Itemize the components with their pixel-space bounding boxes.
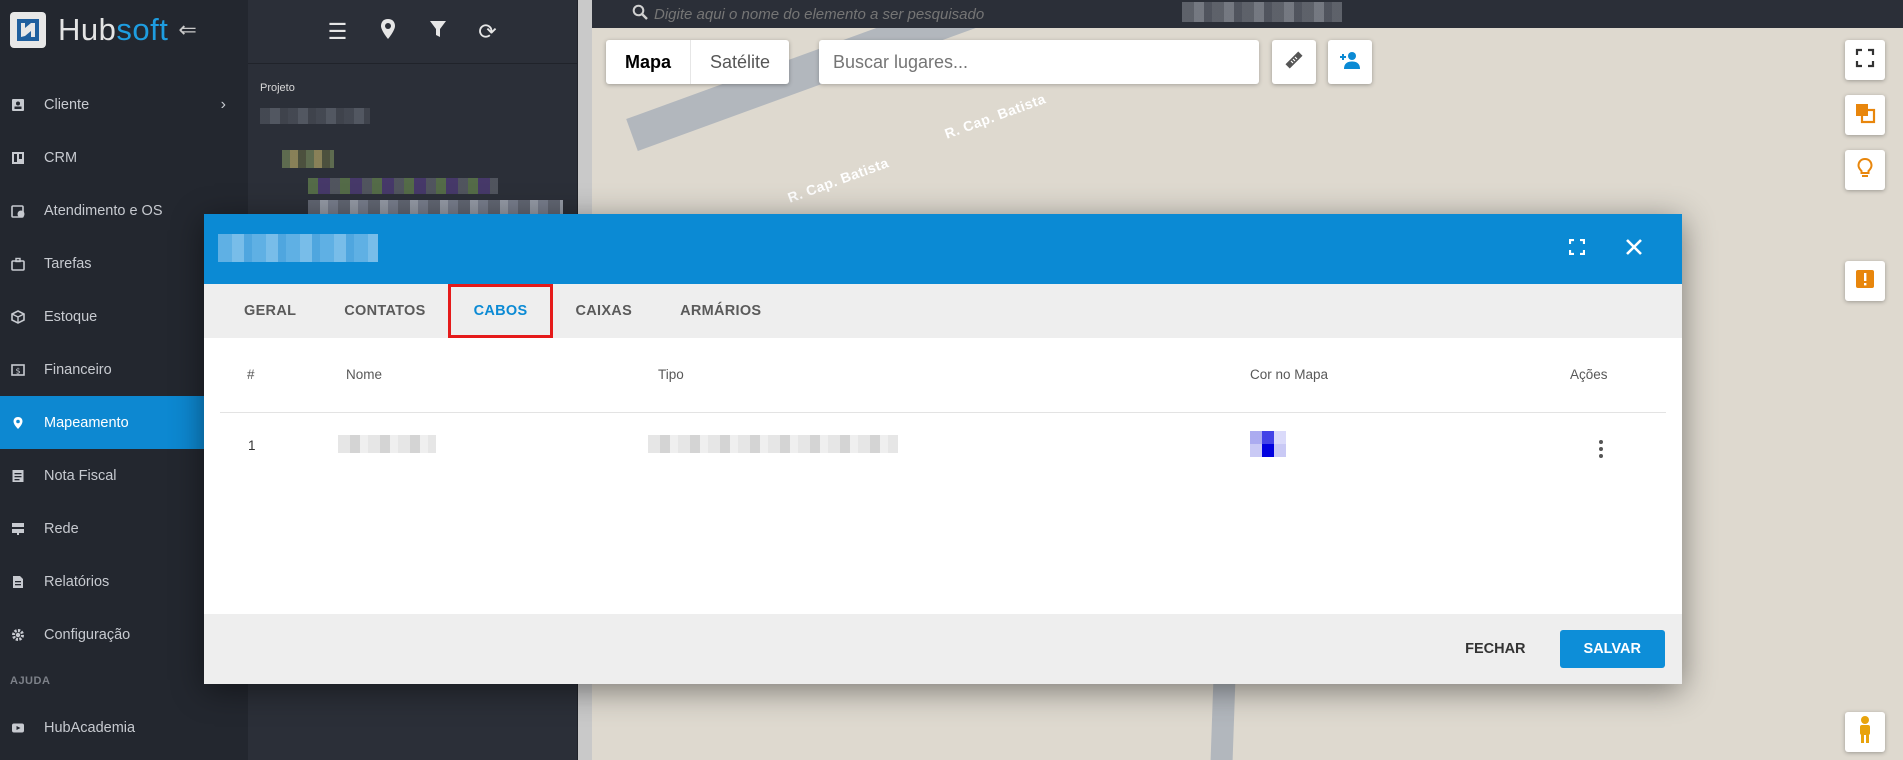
cables-table: # Nome Tipo Cor no Mapa Ações 1: [220, 338, 1666, 478]
sidebar-item-label: HubAcademia: [44, 719, 136, 736]
redacted-cable-type: [648, 434, 898, 453]
tips-button[interactable]: [1845, 150, 1885, 190]
sidebar-item-label: Financeiro: [44, 361, 112, 378]
box-icon: [10, 309, 26, 325]
tab-geral[interactable]: GERAL: [220, 284, 320, 338]
sidebar-item-cliente[interactable]: Cliente ›: [0, 78, 248, 131]
sidebar-item-label: Cliente: [44, 96, 90, 113]
sidebar-item-crm[interactable]: CRM: [0, 131, 248, 184]
sidebar-item-label: Configuração: [44, 626, 131, 643]
close-icon: [1625, 238, 1643, 261]
map-type-map-button[interactable]: Mapa: [606, 40, 692, 84]
sidebar-item-label: Rede: [44, 520, 79, 537]
col-header-num: #: [220, 338, 346, 413]
sidebar-item-label: CRM: [44, 149, 78, 166]
close-button[interactable]: FECHAR: [1453, 641, 1537, 657]
maximize-button[interactable]: [1562, 234, 1592, 264]
server-icon: [10, 521, 26, 537]
save-button[interactable]: SALVAR: [1559, 630, 1665, 668]
redacted-tree-item: [308, 178, 498, 194]
tab-caixas[interactable]: CAIXAS: [551, 284, 656, 338]
modal-header: [204, 214, 1682, 284]
chevron-right-icon: ›: [220, 95, 226, 113]
money-icon: $: [10, 362, 26, 378]
sidebar-item-label: Relatórios: [44, 573, 110, 590]
redacted-tree-item: [282, 150, 334, 168]
table-header-row: # Nome Tipo Cor no Mapa Ações: [220, 338, 1666, 413]
play-icon: [10, 720, 26, 736]
search-icon: [632, 4, 648, 25]
fullscreen-button[interactable]: [1845, 40, 1885, 80]
layers-icon: [1854, 102, 1876, 129]
redacted-project-name: [260, 108, 370, 124]
redacted-modal-title: [218, 234, 378, 262]
modal-tabs: GERAL CONTATOS CABOS CAIXAS ARMÁRIOS: [204, 284, 1682, 338]
road-label: R. Cap. Batista: [785, 154, 891, 206]
redacted-cable-name: [338, 434, 436, 453]
menu-icon[interactable]: ☰: [326, 19, 350, 45]
col-header-cor: Cor no Mapa: [1250, 338, 1550, 413]
logo-bar: Hubsoft ⇐: [0, 0, 248, 60]
id-card-icon: [10, 97, 26, 113]
board-icon: [10, 150, 26, 166]
expand-icon: [1568, 238, 1586, 260]
projeto-label: Projeto: [260, 82, 295, 94]
cell-num: 1: [248, 437, 256, 453]
lightbulb-icon: [1856, 157, 1874, 184]
places-search-input[interactable]: [819, 40, 1259, 84]
sidebar-item-label: Estoque: [44, 308, 98, 325]
collapse-sidebar-icon[interactable]: ⇐: [178, 17, 196, 43]
map-type-control: Mapa Satélite: [606, 40, 790, 84]
filter-icon[interactable]: [426, 19, 450, 45]
redacted-tree-item: [308, 200, 563, 214]
map-color-swatch: [1250, 430, 1286, 457]
cables-table-wrap: # Nome Tipo Cor no Mapa Ações 1: [204, 338, 1682, 478]
measure-button[interactable]: [1272, 40, 1316, 84]
sidebar-item-label: Nota Fiscal: [44, 467, 117, 484]
col-header-acoes: Ações: [1550, 338, 1666, 413]
redacted-user: [1182, 2, 1342, 22]
add-user-icon: [1338, 50, 1362, 75]
logo-hub: Hub: [58, 12, 117, 47]
alert-button[interactable]: [1845, 261, 1885, 301]
location-pin-icon[interactable]: [376, 18, 400, 46]
row-actions-menu-icon[interactable]: [1591, 440, 1611, 459]
map-type-satellite-button[interactable]: Satélite: [691, 40, 789, 84]
calendar-clock-icon: [10, 203, 26, 219]
alert-icon: [1855, 269, 1875, 294]
panel-toolbar: ☰ ⟳: [248, 0, 577, 64]
sidebar-item-label: Tarefas: [44, 255, 92, 272]
svg-text:$: $: [15, 366, 20, 375]
col-header-tipo: Tipo: [658, 338, 1250, 413]
document-icon: [10, 468, 26, 484]
logo-text: Hubsoft: [58, 12, 168, 48]
sidebar-item-label: Mapeamento: [44, 414, 129, 431]
add-client-map-button[interactable]: [1328, 40, 1372, 84]
road-label: R. Cap. Batista: [942, 90, 1048, 142]
report-icon: [10, 574, 26, 590]
tab-armarios[interactable]: ARMÁRIOS: [656, 284, 785, 338]
hubsoft-logo-icon: [10, 12, 46, 48]
modal-footer: FECHAR SALVAR: [204, 614, 1682, 684]
element-search-bar: [592, 0, 1903, 28]
sidebar-item-hubacademia[interactable]: HubAcademia: [0, 701, 248, 754]
sidebar-item-label: Atendimento e OS: [44, 202, 163, 219]
cables-modal: GERAL CONTATOS CABOS CAIXAS ARMÁRIOS # N…: [204, 214, 1682, 684]
col-header-nome: Nome: [346, 338, 658, 413]
tab-contatos[interactable]: CONTATOS: [320, 284, 449, 338]
pegman-icon: [1856, 715, 1874, 750]
element-search-input[interactable]: [654, 5, 1054, 23]
gear-icon: [10, 627, 26, 643]
tab-cabos[interactable]: CABOS: [447, 284, 554, 338]
close-modal-button[interactable]: [1619, 234, 1649, 264]
map-pin-icon: [10, 415, 26, 431]
ruler-icon: [1283, 49, 1305, 76]
logo-soft: soft: [116, 12, 169, 47]
layers-button[interactable]: [1845, 95, 1885, 135]
street-view-button[interactable]: [1845, 712, 1885, 752]
table-row[interactable]: 1: [220, 412, 1666, 478]
refresh-icon[interactable]: ⟳: [476, 19, 500, 45]
fullscreen-icon: [1855, 48, 1875, 73]
briefcase-icon: [10, 256, 26, 272]
